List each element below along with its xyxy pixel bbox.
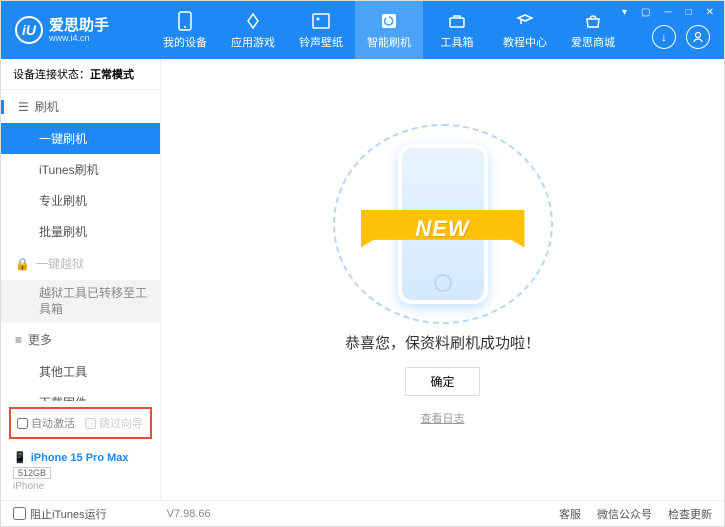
minimize-icon[interactable]: ─ bbox=[660, 5, 675, 20]
phone-icon bbox=[175, 11, 195, 31]
user-button[interactable] bbox=[686, 25, 710, 49]
menu-icon[interactable]: ▾ bbox=[618, 5, 631, 20]
device-capacity: 512GB bbox=[13, 467, 51, 479]
ok-button[interactable]: 确定 bbox=[405, 367, 479, 396]
success-message: 恭喜您，保资料刷机成功啦！ bbox=[345, 332, 540, 353]
window-controls: ▾ ▢ ─ □ ✕ bbox=[618, 5, 718, 20]
sidebar-group-jailbreak: 🔒 一键越狱 bbox=[1, 247, 160, 280]
app-header: iU 爱思助手 www.i4.cn 我的设备 应用游戏 铃声壁纸 智能刷机 工具… bbox=[1, 1, 724, 59]
nav-apps[interactable]: 应用游戏 bbox=[219, 1, 287, 59]
view-log-link[interactable]: 查看日志 bbox=[421, 410, 465, 426]
footer-update[interactable]: 检查更新 bbox=[668, 506, 712, 522]
device-phone-icon: 📱 bbox=[13, 451, 27, 464]
image-icon bbox=[311, 11, 331, 31]
version-label: V7.98.66 bbox=[167, 508, 211, 520]
apps-icon bbox=[243, 11, 263, 31]
block-itunes-checkbox[interactable]: 阻止iTunes运行 bbox=[13, 506, 107, 522]
sidebar-group-more[interactable]: ≡ 更多 bbox=[1, 323, 160, 356]
nav-store[interactable]: 爱思商城 bbox=[559, 1, 627, 59]
more-icon: ≡ bbox=[15, 333, 22, 347]
footer-wechat[interactable]: 微信公众号 bbox=[597, 506, 652, 522]
device-name[interactable]: 📱 iPhone 15 Pro Max bbox=[13, 451, 148, 464]
logo-title: 爱思助手 bbox=[49, 18, 109, 33]
close-icon[interactable]: ✕ bbox=[702, 5, 718, 20]
sidebar-item-jbnote: 越狱工具已转移至工具箱 bbox=[1, 280, 160, 323]
maximize-icon[interactable]: □ bbox=[682, 5, 696, 20]
footer-service[interactable]: 客服 bbox=[559, 506, 581, 522]
skip-guide-checkbox[interactable]: 跳过向导 bbox=[85, 415, 143, 431]
sidebar-group-flash[interactable]: ☰ 刷机 bbox=[1, 90, 160, 123]
nav-tutorials[interactable]: 教程中心 bbox=[491, 1, 559, 59]
nav-toolbox[interactable]: 工具箱 bbox=[423, 1, 491, 59]
list-icon: ☰ bbox=[18, 100, 29, 114]
auto-activate-checkbox[interactable]: 自动激活 bbox=[17, 415, 75, 431]
header-right: ↓ bbox=[652, 25, 710, 49]
success-illustration: NEW bbox=[343, 134, 543, 314]
sidebar: 设备连接状态：正常模式 ☰ 刷机 一键刷机 iTunes刷机 专业刷机 批量刷机… bbox=[1, 59, 161, 500]
nav-ringtones[interactable]: 铃声壁纸 bbox=[287, 1, 355, 59]
sidebar-item-pro[interactable]: 专业刷机 bbox=[1, 185, 160, 216]
logo-url: www.i4.cn bbox=[49, 33, 109, 43]
store-icon bbox=[583, 11, 603, 31]
tutorial-icon bbox=[515, 11, 535, 31]
sidebar-options-highlighted: 自动激活 跳过向导 bbox=[9, 407, 152, 439]
top-nav: 我的设备 应用游戏 铃声壁纸 智能刷机 工具箱 教程中心 爱思商城 bbox=[151, 1, 627, 59]
logo-icon: iU bbox=[15, 16, 43, 44]
sidebar-item-other[interactable]: 其他工具 bbox=[1, 356, 160, 387]
footer: 阻止iTunes运行 V7.98.66 客服 微信公众号 检查更新 bbox=[1, 500, 724, 526]
nav-my-device[interactable]: 我的设备 bbox=[151, 1, 219, 59]
refresh-icon bbox=[379, 11, 399, 31]
download-button[interactable]: ↓ bbox=[652, 25, 676, 49]
main-content: NEW 恭喜您，保资料刷机成功啦！ 确定 查看日志 bbox=[161, 59, 724, 500]
sidebar-item-download[interactable]: 下载固件 bbox=[1, 387, 160, 401]
device-type: iPhone bbox=[13, 481, 148, 492]
connection-status: 设备连接状态：正常模式 bbox=[1, 59, 160, 90]
sidebar-item-batch[interactable]: 批量刷机 bbox=[1, 216, 160, 247]
lock-icon: 🔒 bbox=[15, 257, 30, 271]
skin-icon[interactable]: ▢ bbox=[637, 5, 654, 20]
sidebar-item-onekey[interactable]: 一键刷机 bbox=[1, 123, 160, 154]
nav-flash[interactable]: 智能刷机 bbox=[355, 1, 423, 59]
toolbox-icon bbox=[447, 11, 467, 31]
sidebar-item-itunes[interactable]: iTunes刷机 bbox=[1, 154, 160, 185]
logo: iU 爱思助手 www.i4.cn bbox=[1, 16, 151, 44]
device-info: 📱 iPhone 15 Pro Max 512GB iPhone bbox=[1, 445, 160, 500]
